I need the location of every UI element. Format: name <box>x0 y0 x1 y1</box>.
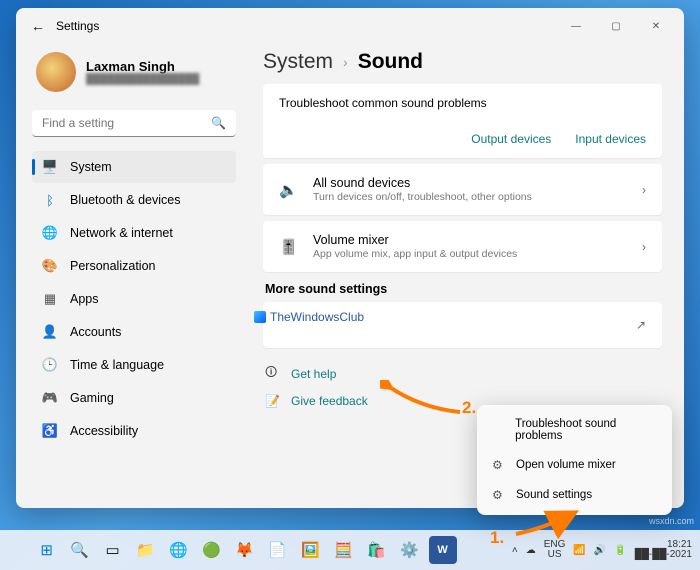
task-view-button[interactable]: ▭ <box>99 536 127 564</box>
external-link-icon: ↗ <box>636 318 646 332</box>
sidebar-item-personalization[interactable]: 🎨 Personalization <box>32 250 236 282</box>
all-sound-devices-card[interactable]: 🔈 All sound devices Turn devices on/off,… <box>263 164 662 215</box>
nav-label: System <box>70 160 112 174</box>
store-icon[interactable]: 🛍️ <box>363 536 391 564</box>
nav-label: Gaming <box>70 391 114 405</box>
search-input[interactable] <box>42 116 211 130</box>
clock[interactable]: 18:21██-██-2021 <box>635 540 692 560</box>
nav-icon: 🎮 <box>42 390 58 406</box>
back-button[interactable]: ← <box>24 18 52 34</box>
annotation-label-2: 2. <box>462 398 476 418</box>
start-button[interactable]: ⊞ <box>33 536 61 564</box>
titlebar: ← Settings — ▢ ✕ <box>16 8 684 44</box>
gear-icon: ⚙ <box>492 458 506 472</box>
get-help-link[interactable]: 🛈 Get help <box>263 358 662 389</box>
volume-mixer-card[interactable]: 🎚️ Volume mixer App volume mix, app inpu… <box>263 221 662 272</box>
sidebar-item-gaming[interactable]: 🎮 Gaming <box>32 382 236 414</box>
help-icon: 🛈 <box>265 363 281 384</box>
annotation-label-1: 1. <box>490 528 504 548</box>
nav-icon: 👤 <box>42 324 58 340</box>
system-tray: ˄ ☁ ENGUS 📶 🔊 🔋 18:21██-██-2021 <box>512 540 692 560</box>
notepad-icon[interactable]: 📄 <box>264 536 292 564</box>
photos-icon[interactable]: 🖼️ <box>297 536 325 564</box>
user-block[interactable]: Laxman Singh ████████████████ <box>32 44 236 106</box>
file-explorer-icon[interactable]: 📁 <box>132 536 160 564</box>
chevron-right-icon: › <box>343 54 348 70</box>
feedback-icon: 📝 <box>265 394 281 408</box>
user-email: ████████████████ <box>86 74 199 85</box>
window-controls: — ▢ ✕ <box>556 11 676 41</box>
card-subtitle: Turn devices on/off, troubleshoot, other… <box>313 191 532 203</box>
word-icon[interactable]: W <box>429 536 457 564</box>
sidebar-item-time-language[interactable]: 🕒 Time & language <box>32 349 236 381</box>
breadcrumb: System › Sound <box>263 50 662 74</box>
nav-icon: ♿ <box>42 423 58 439</box>
troubleshoot-card: Troubleshoot common sound problems Outpu… <box>263 84 662 158</box>
minimize-button[interactable]: — <box>556 11 596 41</box>
ctx-open-mixer[interactable]: ⚙Open volume mixer <box>482 450 667 480</box>
sidebar-item-apps[interactable]: ▦ Apps <box>32 283 236 315</box>
breadcrumb-current: Sound <box>358 50 423 74</box>
speaker-icon: 🔈 <box>279 181 299 199</box>
breadcrumb-parent[interactable]: System <box>263 50 333 74</box>
window-title: Settings <box>56 19 99 33</box>
nav-icon: 🕒 <box>42 357 58 373</box>
nav-label: Apps <box>70 292 99 306</box>
taskbar-center: ⊞ 🔍 ▭ 📁 🌐 🟢 🦊 📄 🖼️ 🧮 🛍️ ⚙️ W <box>33 536 457 564</box>
sound-context-menu: Troubleshoot sound problems ⚙Open volume… <box>477 405 672 515</box>
card-title: All sound devices <box>313 176 532 190</box>
language-indicator[interactable]: ENGUS <box>544 540 566 560</box>
firefox-icon[interactable]: 🦊 <box>231 536 259 564</box>
nav-icon: 🌐 <box>42 225 58 241</box>
avatar <box>36 52 76 92</box>
sidebar-item-accessibility[interactable]: ♿ Accessibility <box>32 415 236 447</box>
troubleshoot-title: Troubleshoot common sound problems <box>279 96 646 110</box>
nav-label: Personalization <box>70 259 155 273</box>
maximize-button[interactable]: ▢ <box>596 11 636 41</box>
sidebar-item-bluetooth-devices[interactable]: ᛒ Bluetooth & devices <box>32 184 236 216</box>
ctx-sound-settings[interactable]: ⚙Sound settings <box>482 480 667 510</box>
nav-label: Accessibility <box>70 424 138 438</box>
nav-list: 🖥️ System ᛒ Bluetooth & devices 🌐 Network & i… <box>32 151 236 447</box>
onedrive-icon[interactable]: ☁ <box>526 545 536 556</box>
battery-icon[interactable]: 🔋 <box>614 545 626 556</box>
edge-icon[interactable]: 🌐 <box>165 536 193 564</box>
user-name: Laxman Singh <box>86 59 199 74</box>
settings-taskbar-icon[interactable]: ⚙️ <box>396 536 424 564</box>
sidebar-item-accounts[interactable]: 👤 Accounts <box>32 316 236 348</box>
search-button[interactable]: 🔍 <box>66 536 94 564</box>
more-sound-settings-card[interactable]: ↗ <box>263 302 662 348</box>
close-button[interactable]: ✕ <box>636 11 676 41</box>
mixer-icon: 🎚️ <box>279 238 299 256</box>
calculator-icon[interactable]: 🧮 <box>330 536 358 564</box>
nav-icon: 🖥️ <box>42 159 58 175</box>
nav-icon: ▦ <box>42 291 58 307</box>
nav-icon: 🎨 <box>42 258 58 274</box>
chevron-right-icon: › <box>642 240 646 254</box>
sidebar-item-network-internet[interactable]: 🌐 Network & internet <box>32 217 236 249</box>
sidebar-item-system[interactable]: 🖥️ System <box>32 151 236 183</box>
ctx-troubleshoot[interactable]: Troubleshoot sound problems <box>482 410 667 450</box>
nav-label: Time & language <box>70 358 164 372</box>
taskbar: ⊞ 🔍 ▭ 📁 🌐 🟢 🦊 📄 🖼️ 🧮 🛍️ ⚙️ W ˄ ☁ ENGUS 📶… <box>0 530 700 570</box>
wifi-icon[interactable]: 📶 <box>573 545 585 556</box>
tray-chevron-icon[interactable]: ˄ <box>512 545 518 556</box>
input-devices-link[interactable]: Input devices <box>575 132 646 146</box>
output-devices-link[interactable]: Output devices <box>471 132 551 146</box>
card-subtitle: App volume mix, app input & output devic… <box>313 248 517 260</box>
sidebar: Laxman Singh ████████████████ 🔍 🖥️ System… <box>16 44 244 508</box>
gear-icon: ⚙ <box>492 488 506 502</box>
card-title: Volume mixer <box>313 233 517 247</box>
chevron-right-icon: › <box>642 183 646 197</box>
more-sound-settings-heading: More sound settings <box>265 282 660 296</box>
nav-label: Network & internet <box>70 226 173 240</box>
search-box[interactable]: 🔍 <box>32 110 236 137</box>
chrome-icon[interactable]: 🟢 <box>198 536 226 564</box>
nav-label: Bluetooth & devices <box>70 193 181 207</box>
search-icon: 🔍 <box>211 116 226 130</box>
nav-label: Accounts <box>70 325 121 339</box>
volume-icon[interactable]: 🔊 <box>594 545 606 556</box>
nav-icon: ᛒ <box>42 192 58 208</box>
corner-watermark: wsxdn.com <box>649 516 694 526</box>
